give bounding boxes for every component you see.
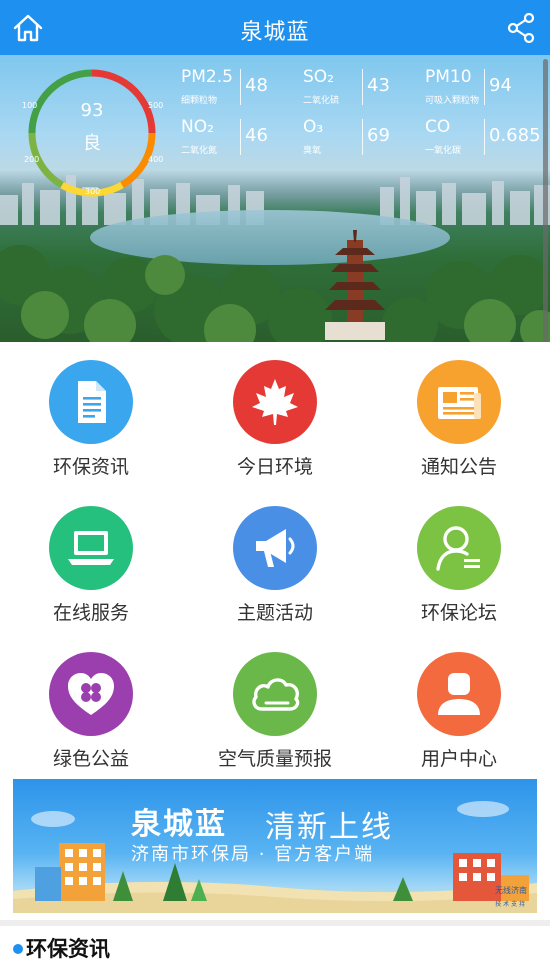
menu-item-theme-activities[interactable]: 主题活动 xyxy=(190,506,360,636)
pollutant-name: PM10 xyxy=(425,67,472,87)
banner-title: 泉城蓝 xyxy=(131,807,227,842)
clover-heart-icon xyxy=(68,673,114,715)
gauge-tick-500: 500 xyxy=(148,101,164,110)
banner-subtitle: 济南市环保局 · 官方客户端 xyxy=(131,844,375,865)
pollutant-no2[interactable]: NO₂ 二氧化氮 46 xyxy=(181,117,291,157)
pollutant-name: O₃ xyxy=(303,117,324,137)
pollutant-name: PM2.5 xyxy=(181,67,233,87)
aqi-value: 93 xyxy=(80,100,104,121)
menu-item-label: 绿色公益 xyxy=(52,748,129,770)
pollutant-name: NO₂ xyxy=(181,117,214,137)
pagoda-image xyxy=(325,230,385,340)
section-title: 环保资讯 xyxy=(26,937,110,961)
app-header: 泉城蓝 xyxy=(0,0,550,55)
megaphone-icon xyxy=(256,529,295,567)
pollutant-value: 0.685 xyxy=(489,125,541,146)
aqi-gauge: 93 良 100 500 200 400 300 xyxy=(22,63,164,203)
pollutant-co[interactable]: CO 一氧化碳 0.685 xyxy=(425,117,543,157)
section-divider xyxy=(0,920,550,926)
menu-item-environmental-news[interactable]: 环保资讯 xyxy=(6,360,176,490)
pollutant-desc: 二氧化硫 xyxy=(303,96,340,106)
cloud-icon xyxy=(252,678,300,711)
menu-item-notices[interactable]: 通知公告 xyxy=(374,360,544,490)
pollutant-value: 43 xyxy=(367,75,390,96)
aqi-level: 良 xyxy=(83,133,101,154)
pollutant-desc: 一氧化碳 xyxy=(425,146,462,156)
pollutant-desc: 臭氧 xyxy=(303,146,322,156)
gauge-tick-200: 200 xyxy=(24,155,40,164)
air-quality-hero: 93 良 100 500 200 400 300 PM2.5 细颗粒物 48 S… xyxy=(0,55,550,342)
gauge-tick-100: 100 xyxy=(22,101,38,110)
pollutant-o3[interactable]: O₃ 臭氧 69 xyxy=(303,117,413,157)
menu-item-online-service[interactable]: 在线服务 xyxy=(6,506,176,636)
maple-leaf-icon xyxy=(252,379,298,425)
pollutant-so2[interactable]: SO₂ 二氧化硫 43 xyxy=(303,67,413,107)
menu-item-forum[interactable]: 环保论坛 xyxy=(374,506,544,636)
pollutant-name: SO₂ xyxy=(303,67,334,87)
menu-item-label: 环保论坛 xyxy=(420,602,497,624)
menu-item-label: 今日环境 xyxy=(236,456,313,478)
menu-item-label: 主题活动 xyxy=(236,602,313,624)
support-logo-text: 无线济南 xyxy=(495,886,527,895)
pollutant-value: 46 xyxy=(245,125,268,146)
menu-item-label: 环保资讯 xyxy=(52,456,129,478)
gauge-tick-300: 300 xyxy=(85,187,101,196)
pollutant-value: 94 xyxy=(489,75,512,96)
newspaper-icon xyxy=(438,387,481,419)
user-icon xyxy=(438,673,480,715)
forum-user-icon xyxy=(436,526,480,571)
share-icon[interactable] xyxy=(506,12,536,44)
menu-item-today-environment[interactable]: 今日环境 xyxy=(190,360,360,490)
pollutant-desc: 细颗粒物 xyxy=(181,96,218,106)
pollutant-name: CO xyxy=(425,117,451,137)
gauge-tick-400: 400 xyxy=(148,155,164,164)
laptop-icon xyxy=(68,531,114,565)
pollutant-value: 48 xyxy=(245,75,268,96)
menu-item-label: 在线服务 xyxy=(52,602,129,624)
pollutant-pm25[interactable]: PM2.5 细颗粒物 48 xyxy=(181,67,291,107)
document-icon xyxy=(78,381,106,423)
pollutant-pm10[interactable]: PM10 可吸入颗粒物 94 xyxy=(425,67,535,107)
menu-item-air-quality-forecast[interactable]: 空气质量预报 xyxy=(190,652,360,782)
section-bullet xyxy=(13,944,23,954)
menu-item-label: 用户中心 xyxy=(420,748,497,770)
menu-item-user-center[interactable]: 用户中心 xyxy=(374,652,544,782)
pollutant-desc: 二氧化氮 xyxy=(181,146,218,156)
menu-item-green-charity[interactable]: 绿色公益 xyxy=(6,652,176,782)
menu-item-label: 通知公告 xyxy=(420,456,497,478)
menu-item-label: 空气质量预报 xyxy=(217,748,332,770)
pollutant-desc: 可吸入颗粒物 xyxy=(425,96,480,106)
page-title: 泉城蓝 xyxy=(240,20,310,45)
pollutant-value: 69 xyxy=(367,125,390,146)
promo-banner[interactable]: 泉城蓝 清新上线 济南市环保局 · 官方客户端 无线济南 技 术 支 持 xyxy=(13,779,537,913)
support-caption: 技 术 支 持 xyxy=(495,901,525,908)
scrollbar[interactable] xyxy=(543,59,548,342)
